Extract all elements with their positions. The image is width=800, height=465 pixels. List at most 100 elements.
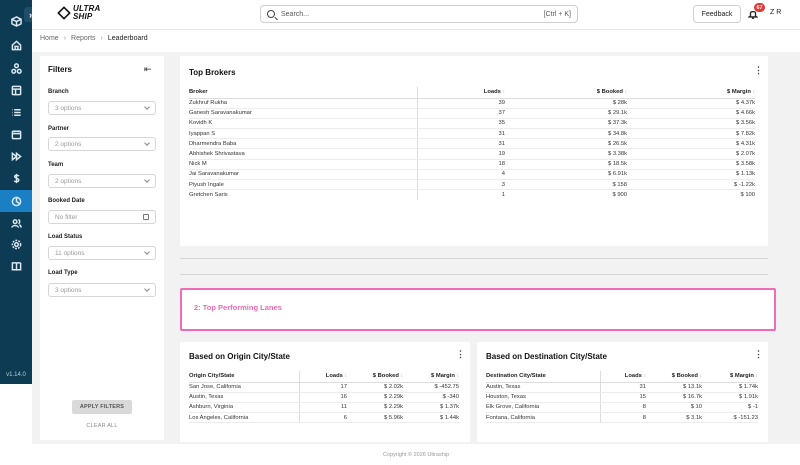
notification-badge: 67	[754, 3, 765, 12]
table-row: Zukhruf Rukha 39 $ 28k $ 4.37k	[189, 98, 755, 109]
table-row: Iyappan S 31 $ 34.8k $ 7.82k	[189, 128, 755, 140]
app-version: v1.14.0	[6, 372, 26, 378]
user-avatar[interactable]: Z R	[770, 9, 781, 16]
column-header-margin[interactable]: $ Margin ↕	[702, 371, 758, 383]
table-row: Austin, Texas 31 $ 13.1k $ 1.74k	[486, 382, 758, 393]
table-row: Jai Saravanakumar 4 $ 6.91k $ 1.13k	[189, 169, 755, 181]
network-icon[interactable]	[6, 59, 26, 77]
box-icon[interactable]	[6, 12, 26, 30]
column-header-margin[interactable]: $ Margin ↕	[627, 87, 756, 99]
filter-select-team[interactable]: 2 options	[48, 174, 156, 188]
top-brokers-table: Broker Loads ↕ $ Booked ↕ $ Margin ↕ Zuk…	[189, 87, 755, 200]
column-header-loads[interactable]: Loads ↕	[416, 87, 506, 99]
column-header-origin[interactable]: Origin City/State	[189, 371, 299, 383]
table-row: Ganesh Saravanakumar 37 $ 29.1k $ 4.66k	[189, 108, 755, 119]
table-row: Kovidh K 35 $ 37.3k $ 3.56k	[189, 118, 755, 130]
top-performing-lanes-section[interactable]: 2: Top Performing Lanes	[180, 288, 776, 331]
apply-filters-button[interactable]: APPLY FILTERS	[72, 400, 132, 414]
calendar-icon	[143, 214, 149, 220]
sort-icon: ↕	[699, 373, 703, 380]
sort-icon: ↕	[502, 89, 506, 96]
filter-label-load-type: Load Type	[48, 270, 78, 276]
sort-icon: ↕	[344, 373, 348, 380]
feedback-button[interactable]: Feedback	[693, 5, 741, 23]
table-header-row: Origin City/State Loads ↕ $ Booked ↕ $ M…	[189, 371, 459, 383]
sort-icon: ↕	[624, 89, 628, 96]
filter-select-load-status[interactable]: 11 options	[48, 246, 156, 260]
table-row: Dharmendra Baba 31 $ 26.5k $ 4.31k	[189, 138, 755, 150]
app-logo[interactable]: ULTRA SHIP	[57, 5, 101, 21]
column-header-booked[interactable]: $ Booked ↕	[505, 87, 628, 99]
column-header-booked[interactable]: $ Booked ↕	[347, 371, 403, 383]
sort-icon: ↕	[752, 89, 756, 96]
section-divider	[180, 258, 768, 259]
table-row: Austin, Texas 16 $ 2.29k $ -340	[189, 392, 459, 403]
filter-label-branch: Branch	[48, 89, 69, 95]
search-input[interactable]: Search...	[281, 11, 544, 18]
chevron-down-icon	[144, 249, 150, 255]
search-icon	[267, 10, 275, 18]
column-header-loads[interactable]: Loads ↕	[298, 371, 348, 383]
logo-line-2: SHIP	[73, 12, 93, 21]
filters-title: Filters	[48, 65, 73, 74]
breadcrumb-home[interactable]: Home	[40, 35, 59, 42]
column-header-margin[interactable]: $ Margin ↕	[403, 371, 459, 383]
book-icon[interactable]	[6, 257, 26, 275]
filter-label-booked-date: Booked Date	[48, 198, 85, 204]
table-row: Houston, Texas 15 $ 16.7k $ 1.91k	[486, 392, 758, 403]
pie-chart-icon[interactable]	[6, 192, 26, 210]
top-brokers-title: Top Brokers	[189, 68, 236, 77]
collapse-panel-icon[interactable]: ⇤	[144, 64, 152, 75]
column-header-destination[interactable]: Destination City/State	[486, 371, 600, 383]
origin-table: Origin City/State Loads ↕ $ Booked ↕ $ M…	[189, 371, 459, 424]
table-row: Piyush Ingale 3 $ 158 $ -1.22k	[189, 179, 755, 191]
filter-label-load-status: Load Status	[48, 234, 83, 240]
chevron-right-icon: ›	[63, 35, 67, 42]
more-options-icon[interactable]: ⋮	[456, 350, 465, 359]
top-header: ULTRA SHIP Search... [Ctrl + K] Feedback…	[32, 0, 800, 30]
table-header-row: Destination City/State Loads ↕ $ Booked …	[486, 371, 758, 383]
side-navigation: v1.14.0	[0, 0, 32, 384]
more-options-icon[interactable]: ⋮	[754, 66, 763, 75]
filter-label-partner: Partner	[48, 126, 70, 132]
column-header-booked[interactable]: $ Booked ↕	[646, 371, 703, 383]
filter-select-load-type[interactable]: 3 options	[48, 283, 156, 297]
table-row: Nick M 18 $ 18.5k $ 3.58k	[189, 159, 755, 170]
destination-table: Destination City/State Loads ↕ $ Booked …	[486, 371, 758, 424]
filter-select-branch[interactable]: 3 options	[48, 101, 156, 115]
origin-lanes-card: Based on Origin City/State ⋮ Origin City…	[180, 342, 470, 442]
calendar-icon[interactable]	[6, 125, 26, 143]
table-row: Gretchen Saris 1 $ 900 $ 100	[189, 189, 755, 200]
logo-icon	[57, 6, 71, 20]
chevron-down-icon	[144, 177, 150, 183]
users-icon[interactable]	[6, 214, 26, 232]
layout-icon[interactable]	[6, 81, 26, 99]
sort-icon: ↕	[643, 373, 647, 380]
table-row: San Jose, California 17 $ 2.02k $ -452.75	[189, 382, 459, 393]
search-shortcut-hint: [Ctrl + K]	[543, 10, 571, 18]
home-icon[interactable]	[6, 36, 26, 54]
settings-icon[interactable]	[6, 235, 26, 253]
global-search[interactable]: Search... [Ctrl + K]	[260, 5, 578, 23]
table-row: Los Angeles, California 6 $ 5.96k $ 1.44k	[189, 412, 459, 424]
more-options-icon[interactable]: ⋮	[754, 350, 763, 359]
filter-date-booked[interactable]: No filter	[48, 210, 156, 224]
list-icon[interactable]	[6, 103, 26, 121]
column-header-loads[interactable]: Loads ↕	[599, 371, 647, 383]
chevron-down-icon	[144, 104, 150, 110]
chevron-down-icon	[144, 286, 150, 292]
column-header-broker[interactable]: Broker	[189, 87, 417, 99]
fast-forward-icon[interactable]	[6, 147, 26, 165]
breadcrumb-reports[interactable]: Reports	[71, 35, 96, 42]
breadcrumb-current: Leaderboard	[107, 35, 148, 42]
top-brokers-card: Top Brokers ⋮ Broker Loads ↕ $ Booked ↕ …	[180, 56, 768, 246]
chevron-right-icon: ›	[100, 35, 103, 42]
filter-label-team: Team	[48, 162, 64, 168]
table-header-row: Broker Loads ↕ $ Booked ↕ $ Margin ↕	[189, 87, 756, 99]
table-row: Ashburn, Virginia 11 $ 2.29k $ 1.37k	[189, 402, 459, 414]
table-row: Elk Grove, California 8 $ 10 $ -1	[486, 402, 758, 414]
table-row: Abhishek Shrivastava 19 $ 3.38k $ 2.07k	[189, 148, 755, 160]
dollar-icon[interactable]	[6, 169, 26, 187]
filter-select-partner[interactable]: 2 options	[48, 137, 156, 151]
clear-all-button[interactable]: CLEAR ALL	[72, 423, 132, 429]
